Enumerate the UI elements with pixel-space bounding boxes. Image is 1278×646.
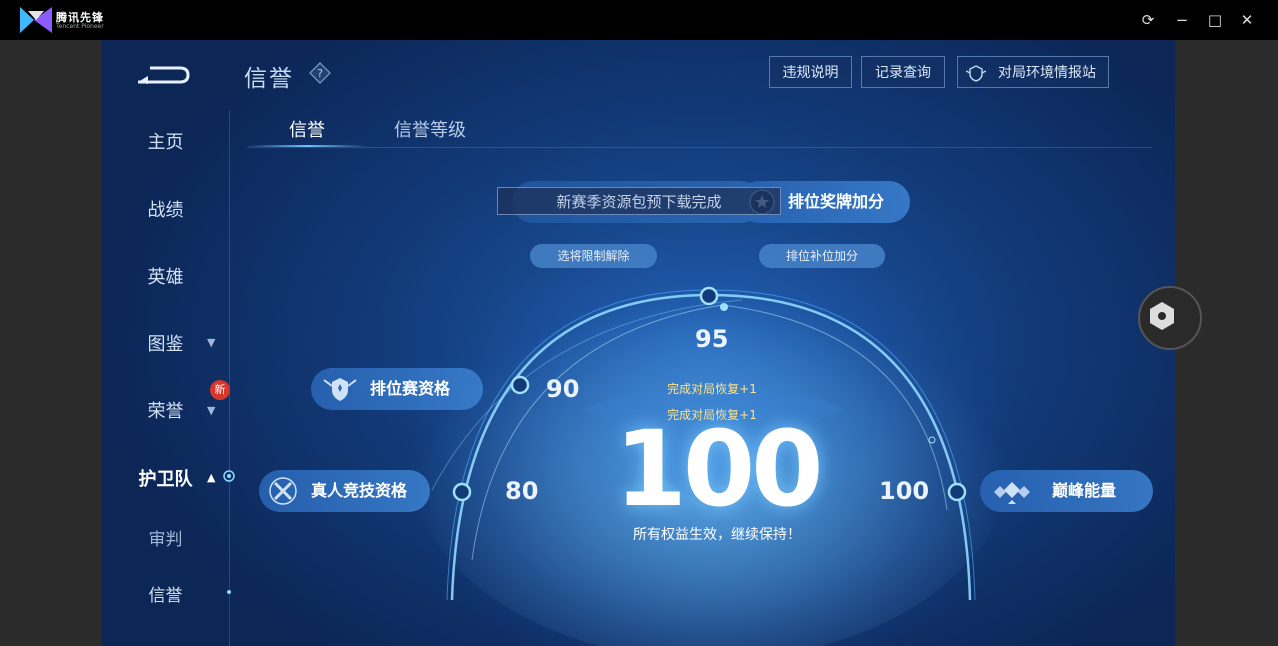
pvp-qualification-pill: 真人竞技资格 [259, 470, 430, 512]
sidebar-item-home[interactable]: 主页 [102, 128, 229, 154]
environment-station-label: 对局环境情报站 [998, 65, 1096, 81]
active-indicator-icon [223, 470, 235, 482]
peak-energy-pill: 巅峰能量 [980, 470, 1153, 512]
page-title: 信誉 [244, 66, 294, 92]
threshold-90: 90 [546, 375, 580, 403]
violation-info-button[interactable]: 违规说明 [769, 56, 852, 88]
ranked-qualification-label: 排位赛资格 [370, 379, 451, 398]
rank-medal-label: 排位奖牌加分 [788, 192, 885, 211]
credit-score: 100 [614, 408, 823, 530]
rank-fill-pill: 排位补位加分 [759, 244, 885, 268]
shield-wing-icon [966, 65, 986, 82]
toast-message: 新赛季资源包预下载完成 [497, 187, 781, 215]
svg-text:?: ? [317, 67, 323, 80]
node-90 [510, 375, 530, 395]
node-95 [699, 286, 719, 306]
back-arrow-icon[interactable] [136, 60, 190, 86]
new-badge: 新 [210, 380, 230, 400]
sidebar-item-heroes[interactable]: 英雄 [102, 263, 229, 289]
sidebar-item-records[interactable]: 战绩 [102, 196, 229, 222]
peak-diamond-icon [994, 482, 1030, 504]
maximize-button[interactable]: □ [1205, 10, 1225, 30]
peak-energy-label: 巅峰能量 [1052, 481, 1117, 500]
node-80 [452, 482, 472, 502]
crossed-swords-icon [269, 477, 297, 505]
tab-baseline [247, 147, 1152, 148]
pvp-qualification-label: 真人竞技资格 [311, 481, 408, 500]
environment-station-button[interactable]: 对局环境情报站 [957, 56, 1109, 88]
chevron-down-icon[interactable]: ▼ [207, 404, 215, 417]
threshold-95: 95 [695, 325, 729, 353]
sidebar-divider [229, 110, 230, 646]
score-arc [410, 260, 1010, 646]
chevron-down-icon[interactable]: ▼ [207, 336, 215, 349]
ranked-wing-icon [323, 378, 357, 401]
hexagon-icon [1150, 302, 1174, 330]
node-100 [947, 482, 967, 502]
help-icon[interactable]: ? [309, 62, 331, 84]
tab-credit[interactable]: 信誉 [289, 116, 325, 142]
app-logo-icon [20, 7, 52, 33]
app-sub: Tencent Pioneer [56, 23, 104, 30]
active-dot [227, 590, 231, 594]
close-button[interactable]: ✕ [1237, 10, 1257, 30]
record-query-button[interactable]: 记录查询 [861, 56, 945, 88]
threshold-80: 80 [505, 477, 539, 505]
threshold-100: 100 [879, 477, 930, 505]
chevron-up-icon[interactable]: ▲ [207, 471, 215, 484]
refresh-icon[interactable]: ⟳ [1138, 10, 1158, 30]
title-bar: 腾讯先锋 Tencent Pioneer ⟳ − □ ✕ [0, 0, 1278, 40]
recover-hint-1: 完成对局恢复+1 [667, 382, 757, 396]
tab-credit-level[interactable]: 信誉等级 [394, 116, 466, 142]
ranked-qualification-pill: 排位赛资格 [311, 368, 483, 410]
credit-status: 所有权益生效，继续保持！ [633, 527, 801, 543]
sidebar-item-judge[interactable]: 审判 [102, 525, 229, 550]
minimize-button[interactable]: − [1172, 10, 1192, 30]
select-limit-pill: 选将限制解除 [530, 244, 657, 268]
sidebar-item-credit[interactable]: 信誉 [102, 581, 229, 606]
game-screen: 信誉 ? 违规说明 记录查询 对局环境情报站 主页 战绩 英雄 图鉴 ▼ 荣誉 … [102, 40, 1175, 646]
floating-assist-button[interactable] [1138, 286, 1202, 350]
